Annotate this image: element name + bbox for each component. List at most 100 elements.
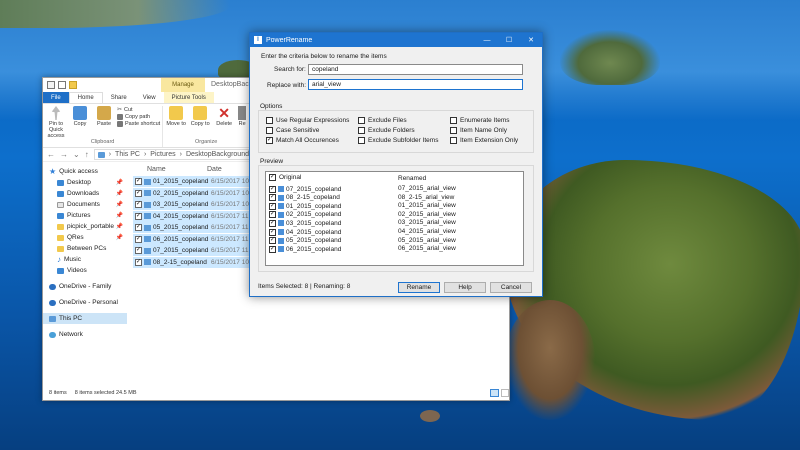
delete-button[interactable]: ✕ Delete <box>213 106 235 139</box>
exclude-files-option[interactable]: Exclude Files <box>358 117 407 124</box>
file-row[interactable]: ✓ 06_2015_copeland 6/15/2017 11 <box>133 233 253 245</box>
rename-button[interactable]: Rename <box>398 282 440 293</box>
large-icons-view-icon[interactable] <box>501 389 509 397</box>
file-row[interactable]: ✓ 07_2015_copeland 6/15/2017 11 <box>133 245 253 256</box>
pin-to-quick-access-button[interactable]: Pin to Quick access <box>45 106 67 139</box>
nav-quick-access[interactable]: ★ Quick access <box>43 166 127 177</box>
nav-videos[interactable]: Videos <box>43 265 127 276</box>
nav-onedrive-family[interactable]: OneDrive - Family <box>43 281 127 292</box>
copy-button[interactable]: Copy <box>69 106 91 139</box>
exclude-subfolder-checkbox[interactable] <box>358 137 365 144</box>
preview-row-checkbox[interactable]: ✓ <box>269 202 276 210</box>
search-input[interactable]: copeland <box>308 64 523 75</box>
file-checkbox[interactable]: ✓ <box>135 224 142 231</box>
recent-chevron-icon[interactable]: ⌄ <box>73 150 80 159</box>
nav-picpick-portable[interactable]: picpick_portable 📌 <box>43 221 127 232</box>
exclude-folders-checkbox[interactable] <box>358 127 365 134</box>
preview-row[interactable]: ✓ 03_2015_copeland <box>269 219 341 227</box>
preview-row[interactable]: ✓ 01_2015_copeland <box>269 202 341 210</box>
tab-share[interactable]: Share <box>103 92 135 103</box>
exclude-folders-option[interactable]: Exclude Folders <box>358 127 415 134</box>
ext-only-checkbox[interactable] <box>450 137 457 144</box>
file-checkbox[interactable]: ✓ <box>135 235 142 243</box>
copy-path-button[interactable]: Copy path <box>117 114 160 120</box>
nav-pictures[interactable]: Pictures 📌 <box>43 210 127 221</box>
preview-row[interactable]: ✓ 08_2-15_copeland <box>269 194 340 202</box>
tab-home[interactable]: Home <box>68 92 103 103</box>
file-row[interactable]: ✓ 02_2015_copeland 6/15/2017 10 <box>133 187 253 199</box>
tab-view[interactable]: View <box>135 92 164 103</box>
tab-picture-tools[interactable]: Picture Tools <box>163 92 214 103</box>
file-checkbox[interactable]: ✓ <box>135 201 142 208</box>
name-only-checkbox[interactable] <box>450 127 457 134</box>
exclude-subfolder-option[interactable]: Exclude Subfolder Items <box>358 137 438 144</box>
preview-row-checkbox[interactable]: ✓ <box>269 211 276 219</box>
match-all-checkbox[interactable]: ✓ <box>266 137 273 144</box>
address-bar[interactable]: › This PC › Pictures › DesktopBackground <box>93 149 254 160</box>
file-row[interactable]: ✓ 04_2015_copeland 6/15/2017 11 <box>133 210 253 222</box>
preview-row-checkbox[interactable]: ✓ <box>269 237 276 245</box>
file-checkbox[interactable]: ✓ <box>135 212 142 220</box>
cut-button[interactable]: ✂ Cut <box>117 107 160 113</box>
nav-documents[interactable]: Documents 📌 <box>43 199 127 210</box>
nav-desktop[interactable]: Desktop 📌 <box>43 177 127 188</box>
preview-row[interactable]: ✓ 02_2015_copeland <box>269 211 341 219</box>
select-all-checkbox[interactable]: ✓ <box>269 174 276 181</box>
regex-checkbox[interactable] <box>266 117 273 124</box>
nav-this-pc[interactable]: This PC <box>43 313 127 324</box>
file-checkbox[interactable]: ✓ <box>135 247 142 254</box>
exclude-files-checkbox[interactable] <box>358 117 365 124</box>
breadcrumb-this-pc[interactable]: This PC <box>115 151 140 158</box>
nav-between-pcs[interactable]: Between PCs <box>43 243 127 254</box>
regex-option[interactable]: Use Regular Expressions <box>266 117 349 124</box>
paste-button[interactable]: Paste <box>93 106 115 139</box>
preview-row-checkbox[interactable]: ✓ <box>269 228 276 236</box>
preview-row[interactable]: ✓ 05_2015_copeland <box>269 237 341 245</box>
nav-music[interactable]: ♪ Music <box>43 254 127 265</box>
file-checkbox[interactable]: ✓ <box>135 258 142 266</box>
breadcrumb-pictures[interactable]: Pictures <box>150 151 175 158</box>
preview-row[interactable]: ✓ 06_2015_copeland <box>269 245 341 253</box>
up-arrow-icon[interactable]: ↑ <box>85 150 89 159</box>
minimize-icon[interactable]: — <box>476 33 498 47</box>
nav-qres[interactable]: QRes 📌 <box>43 232 127 243</box>
maximize-icon[interactable]: ☐ <box>498 33 520 47</box>
nav-downloads[interactable]: Downloads 📌 <box>43 188 127 199</box>
replace-input[interactable]: arial_view <box>308 79 523 90</box>
preview-row[interactable]: ✓ 04_2015_copeland <box>269 228 341 236</box>
column-name[interactable]: Name <box>133 166 207 173</box>
file-checkbox[interactable]: ✓ <box>135 189 142 197</box>
enumerate-option[interactable]: Enumerate Items <box>450 117 510 124</box>
column-date[interactable]: Date <box>207 166 222 173</box>
enumerate-checkbox[interactable] <box>450 117 457 124</box>
preview-row-checkbox[interactable]: ✓ <box>269 219 276 227</box>
copy-to-button[interactable]: Copy to <box>189 106 211 139</box>
rename-button[interactable]: Re <box>237 106 247 139</box>
tab-file[interactable]: File <box>43 92 69 103</box>
preview-row-checkbox[interactable]: ✓ <box>269 245 276 253</box>
match-all-option[interactable]: ✓ Match All Occurences <box>266 137 339 144</box>
file-row[interactable]: ✓ 05_2015_copeland 6/15/2017 11 <box>133 222 253 233</box>
forward-arrow-icon[interactable]: → <box>60 150 68 159</box>
preview-row-checkbox[interactable]: ✓ <box>269 194 276 202</box>
help-button[interactable]: Help <box>444 282 486 293</box>
file-row[interactable]: ✓ 01_2015_copeland 6/15/2017 10 <box>133 176 253 187</box>
paste-shortcut-button[interactable]: Paste shortcut <box>117 121 160 127</box>
nav-network[interactable]: Network <box>43 329 127 340</box>
new-folder-icon[interactable] <box>69 81 77 89</box>
back-arrow-icon[interactable]: ← <box>47 150 55 159</box>
breadcrumb-desktopbackground[interactable]: DesktopBackground <box>186 151 249 158</box>
name-only-option[interactable]: Item Name Only <box>450 127 507 134</box>
cancel-button[interactable]: Cancel <box>490 282 532 293</box>
ext-only-option[interactable]: Item Extension Only <box>450 137 518 144</box>
nav-onedrive-personal[interactable]: OneDrive - Personal <box>43 297 127 308</box>
file-row[interactable]: ✓ 08_2-15_copeland 6/15/2017 10 <box>133 256 253 268</box>
case-option[interactable]: Case Sensitive <box>266 127 319 134</box>
move-to-button[interactable]: Move to <box>165 106 187 139</box>
preview-row[interactable]: ✓ 07_2015_copeland <box>269 185 341 193</box>
file-checkbox[interactable]: ✓ <box>135 178 142 185</box>
close-icon[interactable]: ✕ <box>520 33 542 47</box>
case-checkbox[interactable] <box>266 127 273 134</box>
file-row[interactable]: ✓ 03_2015_copeland 6/15/2017 10 <box>133 199 253 210</box>
preview-row-checkbox[interactable]: ✓ <box>269 185 276 193</box>
